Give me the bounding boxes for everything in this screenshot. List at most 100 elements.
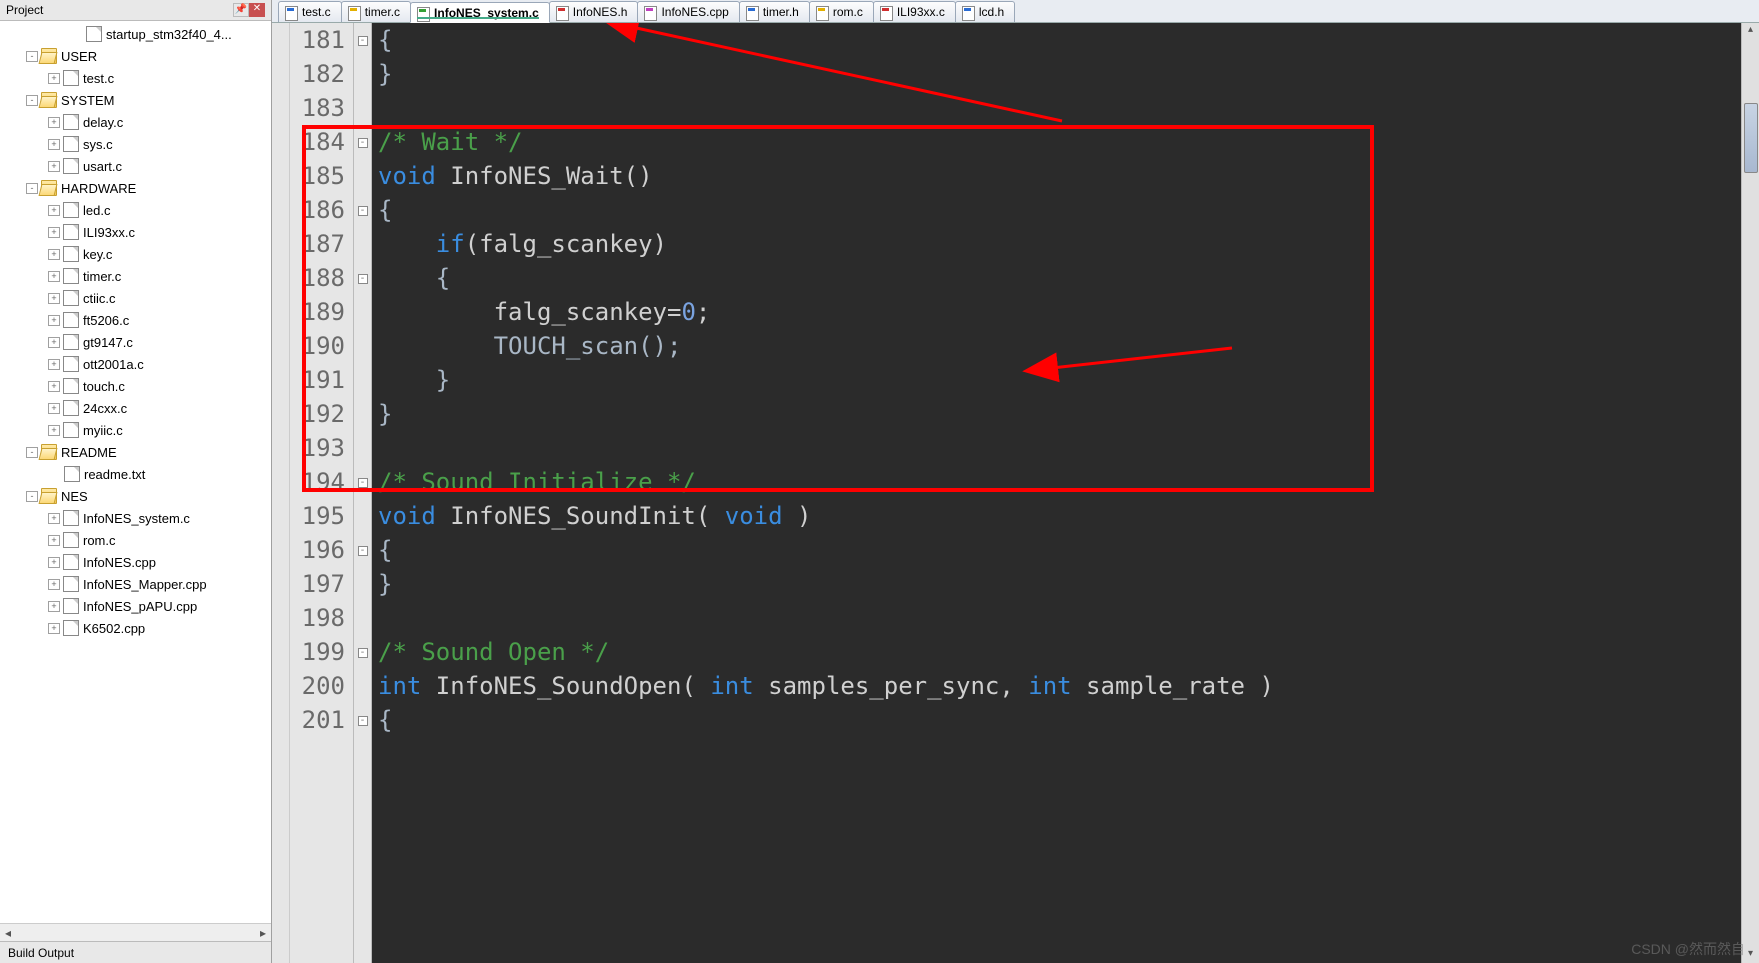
tab-test-c[interactable]: test.c [278,1,342,22]
tree-file[interactable]: +24cxx.c [4,397,271,419]
tree-file[interactable]: +InfoNES_pAPU.cpp [4,595,271,617]
tree-file[interactable]: +touch.c [4,375,271,397]
scroll-right-icon[interactable]: ▸ [255,926,271,940]
expand-icon[interactable]: - [26,183,38,194]
code-line[interactable]: /* Sound Initialize */ [378,465,1759,499]
expand-icon[interactable]: - [26,491,38,502]
tree-file[interactable]: +rom.c [4,529,271,551]
code-line[interactable] [378,601,1759,635]
tree-folder[interactable]: -USER [4,45,271,67]
code-editor[interactable]: 1811821831841851861871881891901911921931… [272,23,1759,963]
expand-icon[interactable]: + [48,73,60,84]
code-line[interactable]: } [378,567,1759,601]
expand-icon[interactable]: + [48,271,60,282]
code-line[interactable]: if(falg_scankey) [378,227,1759,261]
fold-icon[interactable]: - [358,274,368,284]
code-line[interactable]: int InfoNES_SoundOpen( int samples_per_s… [378,669,1759,703]
expand-icon[interactable]: + [48,139,60,150]
code-line[interactable]: { [378,533,1759,567]
tab-timer-h[interactable]: timer.h [739,1,810,22]
code-line[interactable]: { [378,703,1759,737]
tree-file[interactable]: +myiic.c [4,419,271,441]
scrollbar-thumb[interactable] [1744,103,1758,173]
scroll-left-icon[interactable]: ◂ [0,926,16,940]
code-line[interactable] [378,431,1759,465]
fold-icon[interactable]: - [358,36,368,46]
expand-icon[interactable]: + [48,315,60,326]
code-line[interactable]: { [378,261,1759,295]
tree-file[interactable]: +sys.c [4,133,271,155]
editor-vscrollbar[interactable]: ▴ ▾ [1741,23,1759,963]
expand-icon[interactable]: + [48,161,60,172]
tree-file[interactable]: +gt9147.c [4,331,271,353]
expand-icon[interactable]: + [48,513,60,524]
tree-file[interactable]: +usart.c [4,155,271,177]
tree-file[interactable]: +timer.c [4,265,271,287]
tree-file[interactable]: +InfoNES_system.c [4,507,271,529]
scroll-down-icon[interactable]: ▾ [1748,947,1753,963]
code-line[interactable]: falg_scankey=0; [378,295,1759,329]
expand-icon[interactable]: + [48,601,60,612]
expand-icon[interactable]: + [48,337,60,348]
fold-icon[interactable]: - [358,716,368,726]
tree-file[interactable]: +ILI93xx.c [4,221,271,243]
code-line[interactable]: { [378,23,1759,57]
tree-file[interactable]: +led.c [4,199,271,221]
tree-folder[interactable]: -NES [4,485,271,507]
tree-file[interactable]: +delay.c [4,111,271,133]
expand-icon[interactable]: - [26,447,38,458]
tab-ILI93xx-c[interactable]: ILI93xx.c [873,1,956,22]
tree-folder[interactable]: -SYSTEM [4,89,271,111]
tree-file[interactable]: +test.c [4,67,271,89]
code-line[interactable]: { [378,193,1759,227]
tree-file[interactable]: +ft5206.c [4,309,271,331]
expand-icon[interactable]: + [48,227,60,238]
fold-icon[interactable]: - [358,206,368,216]
tree-file[interactable]: +ott2001a.c [4,353,271,375]
expand-icon[interactable]: + [48,425,60,436]
tree-file[interactable]: +key.c [4,243,271,265]
expand-icon[interactable]: + [48,381,60,392]
scroll-up-icon[interactable]: ▴ [1748,23,1753,39]
fold-icon[interactable]: - [358,648,368,658]
code-line[interactable]: } [378,363,1759,397]
expand-icon[interactable]: + [48,359,60,370]
code-line[interactable]: /* Sound Open */ [378,635,1759,669]
tab-InfoNES-h[interactable]: InfoNES.h [549,1,639,22]
tree-folder[interactable]: -HARDWARE [4,177,271,199]
tree-folder[interactable]: -README [4,441,271,463]
tab-timer-c[interactable]: timer.c [341,1,411,22]
close-icon[interactable]: ✕ [249,3,265,17]
code-line[interactable]: void InfoNES_Wait() [378,159,1759,193]
expand-icon[interactable]: - [26,95,38,106]
fold-icon[interactable]: - [358,138,368,148]
expand-icon[interactable]: + [48,623,60,634]
expand-icon[interactable]: + [48,205,60,216]
expand-icon[interactable]: + [48,557,60,568]
tree-file[interactable]: startup_stm32f40_4... [4,23,271,45]
tree-file[interactable]: +InfoNES.cpp [4,551,271,573]
tab-lcd-h[interactable]: lcd.h [955,1,1015,22]
code-line[interactable]: } [378,397,1759,431]
pin-icon[interactable]: 📌 [233,3,249,17]
expand-icon[interactable]: + [48,579,60,590]
tree-file[interactable]: +InfoNES_Mapper.cpp [4,573,271,595]
fold-icon[interactable]: - [358,546,368,556]
code-line[interactable]: /* Wait */ [378,125,1759,159]
expand-icon[interactable]: + [48,403,60,414]
expand-icon[interactable]: + [48,293,60,304]
tab-rom-c[interactable]: rom.c [809,1,874,22]
tree-file[interactable]: +K6502.cpp [4,617,271,639]
project-tree[interactable]: startup_stm32f40_4...-USER+test.c-SYSTEM… [0,21,271,923]
expand-icon[interactable]: + [48,535,60,546]
tree-hscrollbar[interactable]: ◂ ▸ [0,923,271,941]
expand-icon[interactable]: + [48,249,60,260]
code-line[interactable] [378,91,1759,125]
tab-InfoNES-cpp[interactable]: InfoNES.cpp [637,1,739,22]
tree-file[interactable]: +ctiic.c [4,287,271,309]
code-line[interactable]: } [378,57,1759,91]
fold-icon[interactable]: - [358,478,368,488]
tree-file[interactable]: readme.txt [4,463,271,485]
fold-gutter[interactable]: - - - - - - - - [354,23,372,963]
tab-InfoNES_system-c[interactable]: InfoNES_system.c [410,2,550,23]
